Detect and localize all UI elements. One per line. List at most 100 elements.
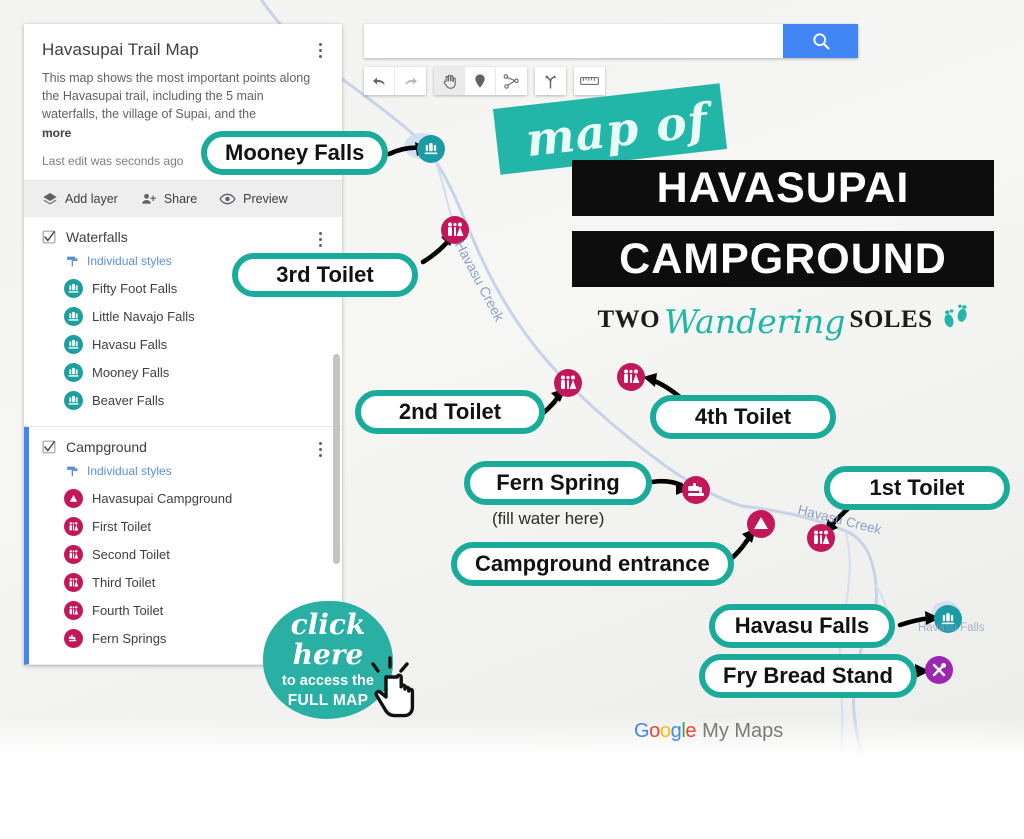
callout-1st-toilet[interactable]: 1st Toilet (824, 466, 1010, 510)
list-item[interactable]: First Toilet (64, 517, 324, 537)
marker-button[interactable] (465, 67, 496, 95)
preview-button[interactable]: Preview (219, 191, 288, 207)
history-button-group (364, 67, 426, 95)
list-item[interactable]: Mooney Falls (64, 363, 324, 383)
list-item[interactable]: Beaver Falls (64, 391, 324, 411)
logo-word-soles: SOLES (849, 306, 933, 333)
callout-campground-entrance[interactable]: Campground entrance (451, 542, 734, 586)
layer-header[interactable]: Campground (42, 439, 324, 457)
styles-label: Individual styles (87, 464, 172, 479)
layer-title: Campground (66, 439, 147, 456)
individual-styles-link[interactable]: Individual styles (66, 464, 324, 478)
feature-label: Little Navajo Falls (92, 309, 195, 325)
callout-2nd-toilet[interactable]: 2nd Toilet (355, 390, 545, 434)
search-input[interactable] (364, 24, 783, 58)
list-item[interactable]: Havasupai Campground (64, 489, 324, 509)
footprints-icon (941, 304, 971, 337)
callout-fern-spring-sub: (fill water here) (492, 509, 605, 528)
map-edit-toolbar[interactable] (364, 67, 613, 95)
measure-button[interactable] (574, 67, 605, 95)
layer-header[interactable]: Waterfalls (42, 229, 324, 247)
title-line-1: HAVASUPAI (572, 160, 994, 216)
feature-label: Havasupai Campground (92, 491, 233, 507)
list-item[interactable]: Havasu Falls (64, 335, 324, 355)
waterfall-icon (64, 307, 83, 327)
logo-script-wandering: Wandering (664, 301, 846, 341)
feature-label: Second Toilet (92, 547, 170, 563)
draw-button-group (434, 67, 527, 95)
google-logo: Google (634, 720, 697, 742)
map-label-havasu-falls: Havasu Falls (918, 622, 985, 634)
redo-icon (405, 77, 417, 86)
feature-label: Third Toilet (92, 575, 156, 591)
restroom-icon (64, 573, 83, 593)
brand-logo: TWO Wandering SOLES (597, 298, 967, 342)
google-my-maps-attribution: Google My Maps (634, 720, 783, 743)
callout-fry-bread-stand[interactable]: Fry Bread Stand (699, 654, 917, 698)
restroom-icon (64, 545, 83, 565)
measure-button-group (574, 67, 605, 95)
click-hand-icon (371, 656, 415, 718)
map-search-bar[interactable] (364, 24, 858, 58)
styles-label: Individual styles (87, 254, 172, 269)
campground-icon (64, 489, 83, 509)
waterfall-icon (64, 363, 83, 383)
paint-roller-icon (67, 466, 78, 477)
legend-actions-bar: Add layer Share Preview (24, 180, 342, 218)
layer-title: Waterfalls (66, 229, 128, 246)
feature-label: First Toilet (92, 519, 151, 535)
waterfall-icon (64, 335, 83, 355)
feature-label: Havasu Falls (92, 337, 168, 353)
eye-icon (219, 194, 236, 205)
directions-button-group (535, 67, 566, 95)
list-item[interactable]: Second Toilet (64, 545, 324, 565)
callout-fern-spring[interactable]: Fern Spring (464, 461, 652, 505)
undo-button[interactable] (364, 67, 395, 95)
badge-line-2: to access the (282, 672, 374, 689)
layer-checkbox[interactable] (42, 230, 56, 244)
sidebar-scrollbar[interactable] (333, 354, 340, 564)
callout-4th-toilet[interactable]: 4th Toilet (650, 395, 836, 439)
undo-icon (373, 77, 385, 86)
pan-button[interactable] (434, 67, 465, 95)
map-description: This map shows the most important points… (42, 71, 311, 122)
list-item[interactable]: Third Toilet (64, 573, 324, 593)
restroom-icon (64, 601, 83, 621)
feature-label: Mooney Falls (92, 365, 170, 381)
list-item[interactable]: Little Navajo Falls (64, 307, 324, 327)
feature-label: Fern Springs (92, 631, 167, 647)
add-layer-label: Add layer (65, 192, 118, 207)
layer-checkbox[interactable] (42, 440, 56, 454)
ruler-icon (580, 77, 599, 85)
search-button[interactable] (783, 24, 858, 58)
layer-options-kebab-icon[interactable] (312, 229, 328, 249)
feature-label: Fifty Foot Falls (92, 281, 178, 297)
screenshot-root: Havasu Creek Havasu Creek Havasu Falls H… (0, 0, 1024, 839)
map-options-kebab-icon[interactable] (312, 40, 328, 60)
logo-word-two: TWO (597, 306, 661, 333)
layer-waterfalls[interactable]: Waterfalls Individual styles Fifty Foot … (24, 217, 342, 428)
feature-label: Beaver Falls (92, 393, 165, 409)
hand-icon (443, 74, 456, 89)
map-legend-panel[interactable]: Havasupai Trail Map This map shows the m… (24, 24, 342, 666)
badge-line-3: FULL MAP (287, 691, 369, 709)
page-title: Havasupai Trail Map (42, 40, 199, 59)
callout-mooney-falls[interactable]: Mooney Falls (201, 131, 389, 175)
restroom-icon (64, 517, 83, 537)
add-layer-button[interactable]: Add layer (42, 191, 118, 207)
layer-options-kebab-icon[interactable] (312, 439, 328, 459)
line-button[interactable] (496, 67, 527, 95)
map-pin-icon (475, 74, 485, 88)
search-icon (812, 33, 830, 50)
water-tap-icon (64, 629, 83, 649)
share-button[interactable]: Share (140, 191, 197, 207)
redo-button[interactable] (395, 67, 426, 95)
callout-3rd-toilet[interactable]: 3rd Toilet (232, 253, 418, 297)
preview-label: Preview (243, 192, 288, 207)
callout-havasu-falls[interactable]: Havasu Falls (709, 604, 895, 648)
polyline-icon (503, 73, 519, 89)
title-line-2: CAMPGROUND (572, 231, 994, 287)
waterfall-icon (64, 279, 83, 299)
directions-button[interactable] (535, 67, 566, 95)
layers-icon (43, 193, 57, 206)
